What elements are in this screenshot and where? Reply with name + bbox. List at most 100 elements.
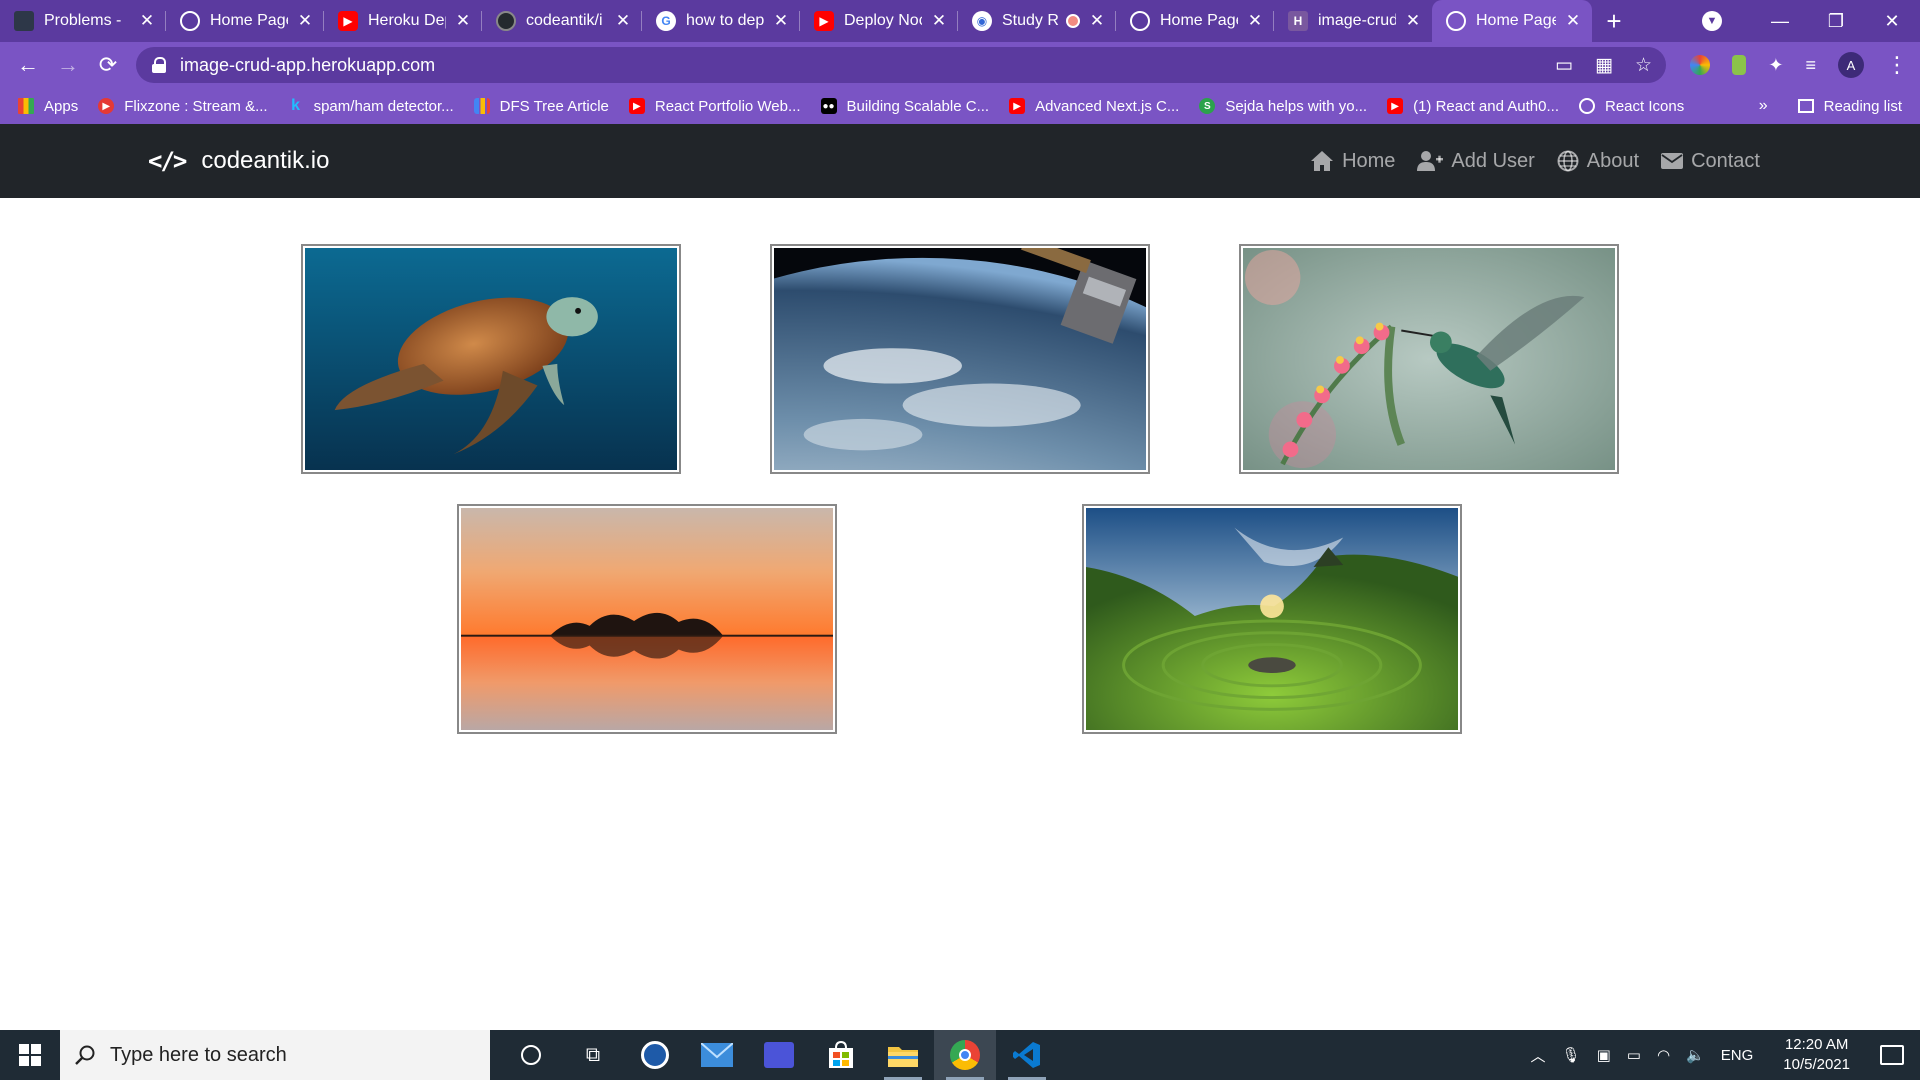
close-icon[interactable]: ✕ — [1246, 11, 1264, 31]
close-icon[interactable]: ✕ — [1564, 11, 1582, 31]
close-icon[interactable]: ✕ — [454, 11, 472, 31]
bookmark-label: Flixzone : Stream &... — [124, 97, 268, 115]
close-window-icon[interactable]: ✕ — [1864, 11, 1920, 32]
browser-tab-strip: Problems - ✕ Home Page ✕ ▶ Heroku Dep ✕ … — [0, 0, 1920, 42]
notification-center-icon[interactable] — [1880, 1045, 1904, 1065]
lock-icon[interactable] — [152, 57, 166, 73]
tab-title: Heroku Dep — [368, 12, 446, 29]
bookmark-label: Building Scalable C... — [846, 97, 990, 115]
url-text[interactable]: image-crud-app.herokuapp.com — [180, 55, 435, 76]
taskbar-clock[interactable]: 12:20 AM 10/5/2021 — [1783, 1035, 1850, 1075]
menu-dots-icon[interactable]: ⋮ — [1886, 52, 1908, 78]
nav-contact[interactable]: Contact — [1661, 150, 1760, 173]
tab-home-page[interactable]: Home Page ✕ — [166, 0, 324, 42]
reading-list-button[interactable]: Reading list — [1824, 98, 1902, 115]
tab-heroku-deploy[interactable]: ▶ Heroku Dep ✕ — [324, 0, 482, 42]
bookmark-sejda[interactable]: S Sejda helps with yo... — [1199, 98, 1367, 115]
bookmark-react-icons[interactable]: React Icons — [1579, 98, 1684, 115]
taskbar-mail[interactable] — [686, 1030, 748, 1080]
site-brand[interactable]: </> codeantik.io — [148, 124, 329, 198]
taskbar-file-explorer[interactable] — [872, 1030, 934, 1080]
bookmark-label: spam/ham detector... — [313, 97, 454, 115]
tab-title: Study R — [1002, 12, 1059, 29]
language-indicator[interactable]: ENG — [1721, 1047, 1754, 1064]
taskbar-vscode[interactable] — [996, 1030, 1058, 1080]
extensions-puzzle-icon[interactable]: ✦ — [1768, 55, 1783, 76]
bookmark-label: (1) React and Auth0... — [1413, 97, 1559, 115]
battery-icon[interactable]: ▭ — [1627, 1046, 1641, 1064]
forward-icon[interactable]: → — [48, 47, 88, 83]
hummingbird-image[interactable] — [1239, 244, 1619, 474]
nav-about-label: About — [1586, 149, 1640, 172]
extension-colorful-icon[interactable] — [1690, 55, 1711, 75]
close-icon[interactable]: ✕ — [614, 11, 632, 31]
sunset-lake-image[interactable] — [457, 504, 837, 734]
mail-icon — [701, 1043, 733, 1067]
cortana-button[interactable] — [500, 1030, 562, 1080]
volume-icon[interactable]: 🔈 — [1686, 1046, 1705, 1064]
green-valley-image[interactable] — [1082, 504, 1462, 734]
close-icon[interactable]: ✕ — [772, 11, 790, 31]
restore-icon[interactable]: ❐ — [1808, 11, 1864, 32]
nav-home[interactable]: Home — [1310, 150, 1395, 173]
hummingbird-picture — [1243, 248, 1615, 470]
new-tab-button[interactable]: + — [1592, 0, 1636, 42]
tab-study[interactable]: ◉ Study R ✕ — [958, 0, 1116, 42]
cast-icon[interactable]: ▭ — [1555, 54, 1573, 77]
taskbar-app-purple[interactable] — [748, 1030, 810, 1080]
bookmark-react-auth0[interactable]: ▶ (1) React and Auth0... — [1387, 98, 1559, 115]
bookmark-star-icon[interactable]: ☆ — [1635, 54, 1652, 77]
sunset-lake-picture — [461, 508, 833, 730]
taskbar-chrome[interactable] — [934, 1030, 996, 1080]
task-view-button[interactable]: ⧉ — [562, 1030, 624, 1080]
close-icon[interactable]: ✕ — [1404, 11, 1422, 31]
close-icon[interactable]: ✕ — [930, 11, 948, 31]
taskbar-app-blue[interactable] — [624, 1030, 686, 1080]
qr-icon[interactable]: ▦ — [1595, 54, 1613, 77]
wifi-icon[interactable]: ◠ — [1657, 1046, 1670, 1064]
more-bookmarks-button[interactable]: » — [1759, 97, 1768, 115]
tab-deploy-node[interactable]: ▶ Deploy Noc ✕ — [800, 0, 958, 42]
show-hidden-icons-icon[interactable]: ︿ — [1531, 1045, 1546, 1066]
network-status-icon[interactable]: ▣ — [1597, 1046, 1611, 1064]
tab-home-page-active[interactable]: Home Page ✕ — [1432, 0, 1592, 42]
reading-list-icon[interactable] — [1797, 99, 1814, 113]
tab-home-page-2[interactable]: Home Page ✕ — [1116, 0, 1274, 42]
earth-from-space-picture — [774, 248, 1146, 470]
sea-turtle-image[interactable] — [301, 244, 681, 474]
tab-how-to-deploy[interactable]: G how to dep ✕ — [642, 0, 800, 42]
microphone-icon[interactable]: 🎙 — [1562, 1046, 1581, 1064]
tab-codeantik-github[interactable]: codeantik/i ✕ — [482, 0, 642, 42]
reload-icon[interactable]: ⟳ — [88, 47, 128, 83]
bookmark-building-scalable[interactable]: ●● Building Scalable C... — [820, 97, 990, 115]
address-bar[interactable]: image-crud-app.herokuapp.com ▭ ▦ ☆ — [136, 47, 1666, 83]
bookmark-apps[interactable]: Apps — [18, 98, 78, 115]
taskbar-store[interactable] — [810, 1030, 872, 1080]
image-gallery — [0, 198, 1920, 1030]
tab-search-icon[interactable]: ▼ — [1702, 11, 1722, 31]
minimize-icon[interactable]: — — [1752, 11, 1808, 32]
back-icon[interactable]: ← — [8, 47, 48, 83]
youtube-icon: ▶ — [338, 11, 358, 31]
browser-toolbar: ← → ⟳ image-crud-app.herokuapp.com ▭ ▦ ☆… — [0, 42, 1920, 88]
profile-avatar[interactable]: A — [1838, 52, 1864, 78]
bookmark-flixzone[interactable]: ▶ Flixzone : Stream &... — [98, 97, 268, 115]
extension-green-icon[interactable] — [1732, 55, 1747, 75]
nav-add-user[interactable]: Add User — [1417, 150, 1535, 173]
bookmark-spam-ham[interactable]: k spam/ham detector... — [288, 97, 454, 115]
taskbar-search-box[interactable]: Type here to search — [60, 1030, 490, 1080]
tab-problems[interactable]: Problems - ✕ — [0, 0, 166, 42]
close-icon[interactable]: ✕ — [296, 11, 314, 31]
reading-mode-icon[interactable]: ≡ — [1805, 55, 1816, 76]
bookmarks-bar: Apps ▶ Flixzone : Stream &... k spam/ham… — [0, 88, 1920, 124]
nav-about[interactable]: About — [1557, 150, 1639, 173]
earth-from-space-image[interactable] — [770, 244, 1150, 474]
kaggle-icon: k — [291, 97, 301, 114]
bookmark-advanced-nextjs[interactable]: ▶ Advanced Next.js C... — [1009, 98, 1179, 115]
start-button[interactable] — [0, 1030, 60, 1080]
bookmark-react-portfolio[interactable]: ▶ React Portfolio Web... — [628, 98, 801, 115]
tab-image-crud[interactable]: H image-crud ✕ — [1274, 0, 1432, 42]
close-icon[interactable]: ✕ — [1088, 11, 1106, 31]
close-icon[interactable]: ✕ — [138, 11, 156, 31]
bookmark-dfs-tree[interactable]: DFS Tree Article — [473, 98, 609, 115]
